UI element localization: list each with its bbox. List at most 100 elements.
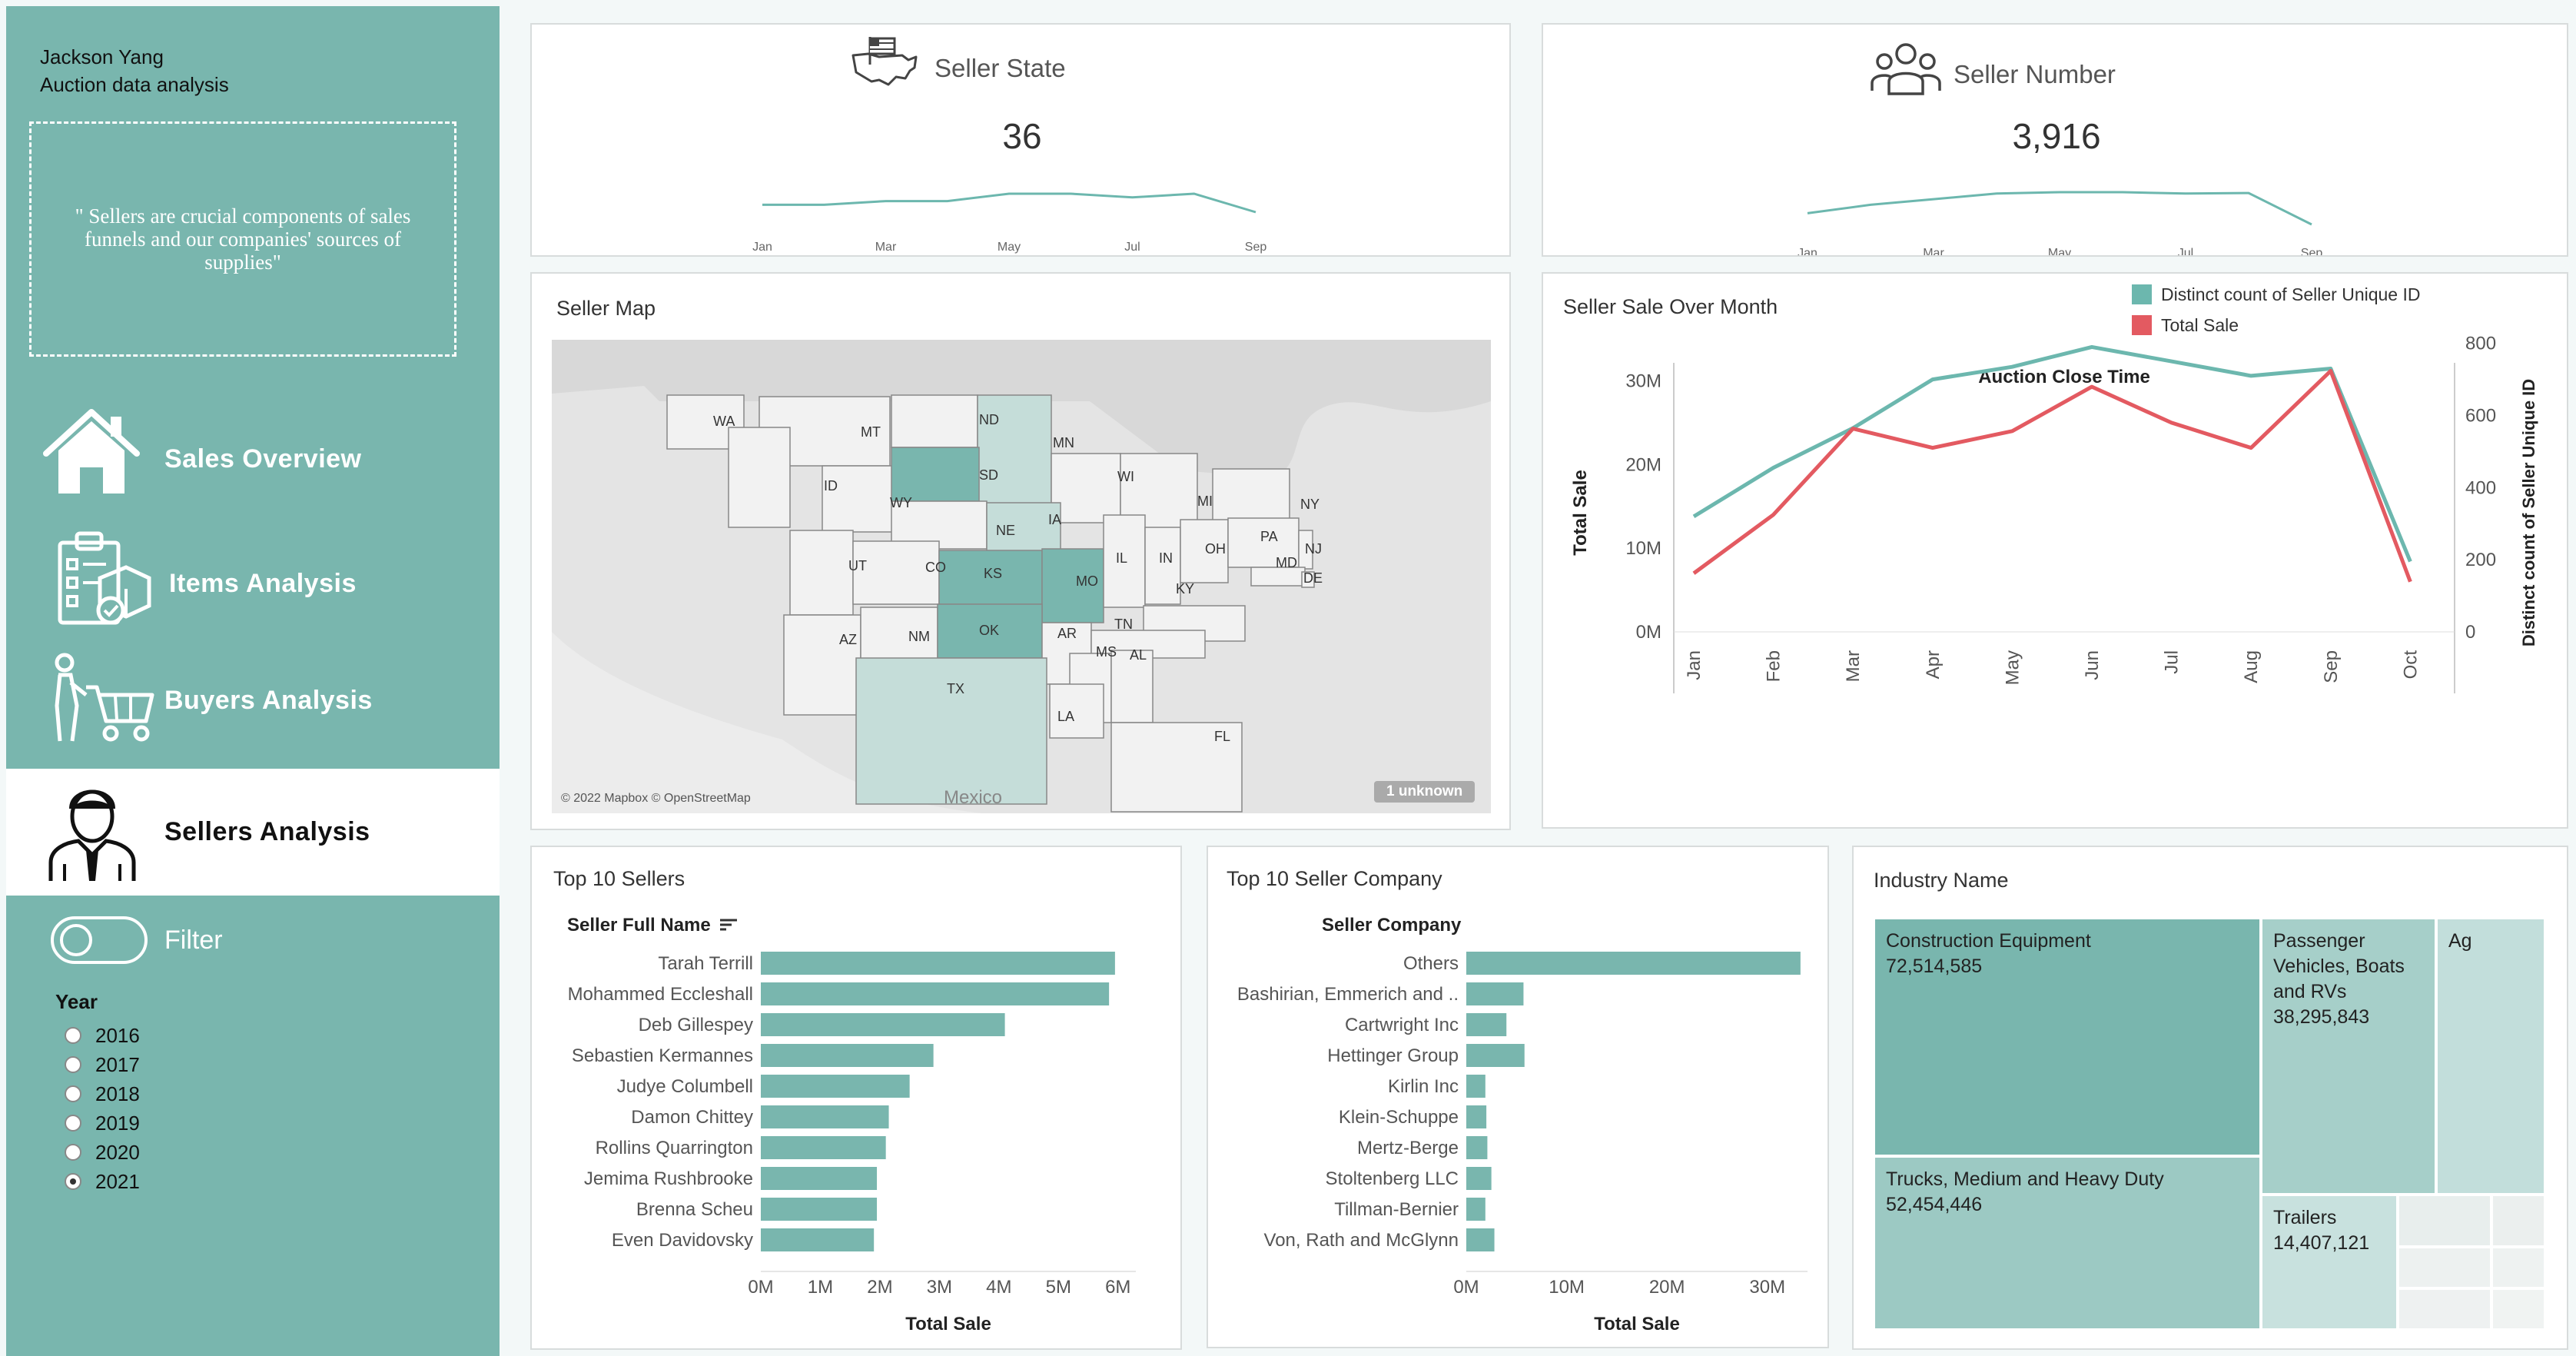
radio-button[interactable] [65,1144,81,1161]
map-state-label: WA [713,414,735,429]
sparkline-month-label: May [998,241,1021,254]
top-companies-bar-chart[interactable]: Others Bashirian, Emmerich and .. Cartwrig… [1208,932,1829,1348]
map-state-label: KS [984,566,1002,581]
treemap-value: 38,295,843 [2273,1006,2370,1028]
us-states-map[interactable]: WA MT ND MN ID WY SD WI MI NY NE IA UT CO KS MO IL IN OH PA… [552,340,1491,813]
bar-category-label: Klein-Schuppe [1339,1107,1459,1128]
map-state-label: LA [1057,709,1074,724]
bar-category-label: Tarah Terrill [658,953,753,974]
map-state-sd [891,447,980,502]
bar-category-label: Brenna Scheu [636,1199,753,1220]
year-option-2017[interactable]: 2017 [65,1050,140,1079]
sparkline-month-label: Sep [2301,247,2323,255]
treemap-value: 14,407,121 [2273,1232,2370,1254]
year-option-2020[interactable]: 2020 [65,1138,140,1167]
nav-item-items-analysis[interactable]: Items Analysis [6,529,500,636]
map-state-label: AR [1057,626,1077,641]
bar [1466,982,1524,1005]
map-state-label: PA [1260,529,1278,544]
year-option-label: 2021 [95,1169,140,1193]
treemap-cell-minor[interactable] [2491,1288,2545,1330]
map-state-label: TX [947,681,964,696]
sparkline-series [762,192,1256,214]
year-option-label: 2019 [95,1111,140,1135]
treemap-cell-minor[interactable] [2398,1288,2491,1330]
year-option-2019[interactable]: 2019 [65,1108,140,1138]
author-name: Jackson Yang [40,45,164,68]
line-chart-title: Seller Sale Over Month [1563,295,1778,318]
bar [761,1228,875,1251]
x-tick-label: 3M [927,1277,952,1298]
unknown-badge[interactable]: 1 unknown [1374,781,1476,803]
treemap-cell-passenger-vehicles[interactable]: Passenger Vehicles, Boats and RVs 38,295… [2261,918,2436,1195]
bar [761,1044,934,1067]
map-state-label: UT [848,558,867,573]
nav-item-sellers-analysis[interactable]: Sellers Analysis [6,769,500,896]
x-tick-label: Apr [1923,650,1944,679]
people-group-icon [1871,43,1941,95]
x-tick-label: 2M [867,1277,892,1298]
bar [1466,1228,1495,1251]
year-option-2021[interactable]: 2021 [65,1167,140,1196]
house-icon [43,409,140,494]
x-tick-label: 5M [1046,1277,1071,1298]
year-option-label: 2017 [95,1052,140,1076]
treemap-label: Ag [2448,930,2472,952]
industry-treemap[interactable]: Construction Equipment 72,514,585 Trucks… [1874,918,2545,1330]
bar-category-label: Stoltenberg LLC [1326,1168,1459,1189]
treemap-cell-minor[interactable] [2398,1247,2491,1288]
radio-button[interactable] [65,1115,81,1132]
map-state-label: NJ [1305,541,1322,557]
radio-button[interactable] [65,1027,81,1044]
map-area[interactable]: WA MT ND MN ID WY SD WI MI NY NE IA UT CO KS MO IL IN OH PA… [552,340,1491,813]
bar-category-label: Bashirian, Emmerich and .. [1237,984,1459,1005]
toggle-knob [60,924,92,956]
year-option-2018[interactable]: 2018 [65,1079,140,1108]
top-sellers-title: Top 10 Sellers [553,867,685,890]
treemap-cell-trucks[interactable]: Trucks, Medium and Heavy Duty 52,454,446 [1874,1156,2261,1330]
treemap-cell-construction-equipment[interactable]: Construction Equipment 72,514,585 [1874,918,2261,1156]
radio-button[interactable] [65,1085,81,1102]
sparkline-month-label: Sep [1245,241,1267,254]
nav-label-sellers-analysis: Sellers Analysis [164,817,370,846]
sparkline-month-label: Mar [1923,247,1944,255]
bar [761,1136,886,1159]
top-sellers-bar-chart[interactable]: Tarah Terrill Mohammed Eccleshall Deb Gill… [532,932,1182,1350]
nav-item-buyers-analysis[interactable]: Buyers Analysis [6,652,500,759]
map-state-ut [789,530,854,616]
x-tick-label: 20M [1649,1277,1685,1298]
treemap-cell-trailers[interactable]: Trailers 14,407,121 [2261,1195,2398,1330]
author-block: Jackson Yang Auction data analysis [40,43,229,98]
bar-category-label: Damon Chittey [631,1107,753,1128]
right-axis-title: Distinct count of Seller Unique ID [2519,379,2538,646]
quote-text: " Sellers are crucial components of sale… [75,204,411,274]
nav-item-sales-overview[interactable]: Sales Overview [6,406,500,513]
bar [1466,1075,1486,1098]
year-option-2016[interactable]: 2016 [65,1021,140,1050]
map-state-label: FL [1214,729,1230,744]
bar-category-label: Kirlin Inc [1388,1076,1459,1097]
treemap-cell-ag[interactable]: Ag [2436,918,2545,1195]
filter-toggle[interactable] [51,916,148,964]
radio-button[interactable] [65,1056,81,1073]
bar-category-label: Deb Gillespey [639,1015,753,1035]
radio-button[interactable] [65,1173,81,1190]
bar [1466,1044,1525,1067]
x-tick-label: 0M [748,1277,773,1298]
x-axis-title: Total Sale [1594,1314,1680,1334]
map-state-label: MI [1197,494,1213,509]
seller-map-card: Seller Map WA MT ND MN ID WY SD WI MI NY NE IA UT CO K… [530,272,1511,830]
nav-label-buyers-analysis: Buyers Analysis [164,686,373,715]
treemap-cell-minor[interactable] [2491,1195,2545,1247]
line-chart-plot[interactable]: Auction Close Time0M10M20M30M02004006008… [1543,327,2568,827]
filter-label: Filter [164,926,223,955]
bar-category-label: Rollins Quarrington [596,1138,753,1158]
sparkline-month-label: Jan [1798,247,1817,255]
bar-category-label: Tillman-Bernier [1334,1199,1459,1220]
bar-category-label: Mohammed Eccleshall [568,984,753,1005]
treemap-cell-minor[interactable] [2398,1195,2491,1247]
treemap-cell-minor[interactable] [2491,1247,2545,1288]
bar-category-label: Others [1403,953,1459,974]
seller-number-value: 3,916 [2012,116,2101,156]
left-axis-title: Total Sale [1570,470,1591,556]
